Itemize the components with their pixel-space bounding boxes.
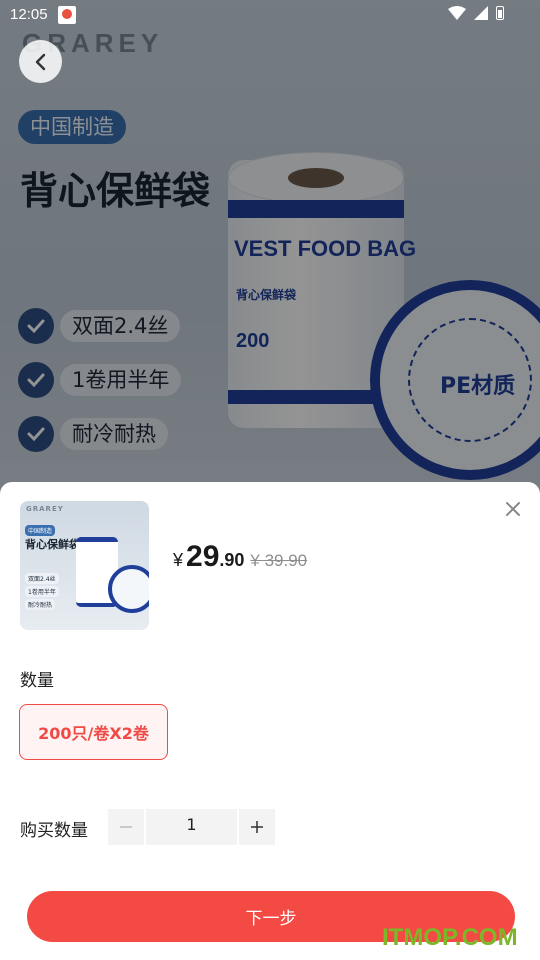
thumb-brand: GRAREY xyxy=(26,505,64,513)
buy-quantity-label: 购买数量 xyxy=(20,821,88,841)
original-price: ¥ 39.90 xyxy=(250,551,308,570)
thumb-feature: 耐冷耐热 xyxy=(25,599,56,610)
quantity-stepper: 1 xyxy=(108,809,275,845)
status-time: 12:05 xyxy=(10,6,48,23)
decrement-button[interactable] xyxy=(108,809,144,845)
thumb-made-in: 中国制造 xyxy=(25,525,56,536)
wifi-icon xyxy=(448,6,466,20)
increment-button[interactable] xyxy=(239,809,275,845)
status-icons xyxy=(448,6,504,20)
plus-icon xyxy=(251,821,263,833)
price-integer: 29 xyxy=(186,540,220,573)
thumb-title: 背心保鲜袋 xyxy=(25,538,80,551)
signal-icon xyxy=(474,6,488,20)
battery-icon xyxy=(496,6,504,20)
product-thumbnail: GRAREY 中国制造 背心保鲜袋 双面2.4丝 1卷用半年 耐冷耐热 xyxy=(20,501,149,630)
sku-option-selected[interactable]: 200只/卷X2卷 xyxy=(19,704,168,760)
status-bar: 12:05 xyxy=(0,0,540,30)
price: ¥ 29 .90 ¥ 39.90 xyxy=(173,540,307,574)
minus-icon xyxy=(120,826,132,828)
quantity-value[interactable]: 1 xyxy=(146,809,237,845)
price-currency: ¥ xyxy=(173,550,184,570)
watermark: ITMOP.COM xyxy=(382,924,518,951)
price-decimal: .90 xyxy=(219,550,245,570)
thumb-feature: 双面2.4丝 xyxy=(25,573,59,584)
back-button[interactable] xyxy=(19,40,62,83)
thumb-feature: 1卷用半年 xyxy=(25,586,59,597)
sku-bottom-sheet: GRAREY 中国制造 背心保鲜袋 双面2.4丝 1卷用半年 耐冷耐热 ¥ 29… xyxy=(0,482,540,960)
app-notification-icon xyxy=(58,6,76,24)
chevron-left-icon xyxy=(35,53,45,70)
dim-overlay[interactable] xyxy=(0,0,540,500)
quantity-label: 数量 xyxy=(20,671,54,691)
close-icon[interactable] xyxy=(502,498,524,520)
thumb-roll-side xyxy=(108,565,149,613)
